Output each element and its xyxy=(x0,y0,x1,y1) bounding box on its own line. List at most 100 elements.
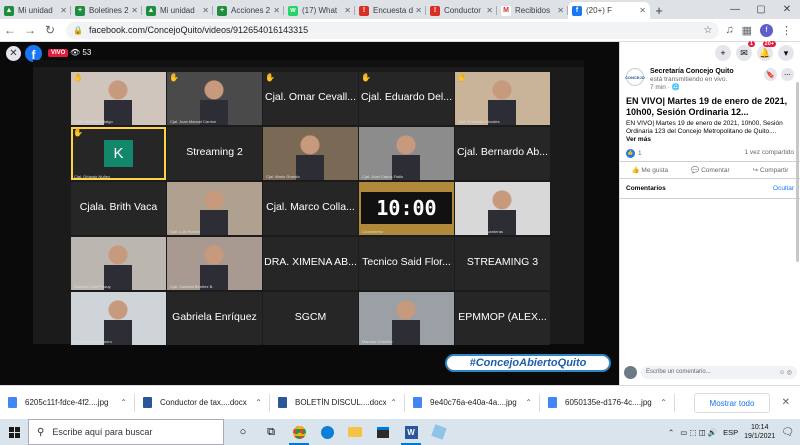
browser-tab[interactable]: M Recibidos ✕ xyxy=(497,2,568,19)
download-item[interactable]: 9e40c76a-e40a-4a....jpg ⌃ xyxy=(405,386,540,420)
start-button[interactable] xyxy=(0,419,28,445)
tab-close-icon[interactable]: ✕ xyxy=(557,6,564,15)
chevron-up-icon[interactable]: ⌃ xyxy=(660,398,667,407)
tab-close-icon[interactable]: ✕ xyxy=(344,6,351,15)
participant-tile[interactable]: Cjal. Bernardo Ab... xyxy=(455,127,550,180)
user-avatar[interactable] xyxy=(624,365,637,379)
participant-tile[interactable]: Cjal. Eduardo Del... ✋ xyxy=(359,72,454,125)
forward-icon[interactable]: → xyxy=(20,23,40,37)
browser-tab[interactable]: f (20+) F ✕ xyxy=(568,2,650,19)
participant-tile[interactable]: Streaming 2 xyxy=(167,127,262,180)
panel-scrollbar[interactable] xyxy=(796,82,799,262)
create-icon[interactable]: + xyxy=(715,45,731,61)
comment-input[interactable]: Escribe un comentario... ☺ ◎ xyxy=(641,365,797,379)
page-logo[interactable]: CONCEJO xyxy=(625,68,645,86)
comment-button[interactable]: 💬 Comentar xyxy=(691,166,729,174)
edge-icon[interactable] xyxy=(314,419,340,445)
close-downloads-icon[interactable]: ✕ xyxy=(782,397,790,408)
profile-avatar[interactable]: f xyxy=(760,23,773,37)
download-item[interactable]: 6205c11f-fdce-4f2....jpg ⌃ xyxy=(0,386,135,420)
maximize-icon[interactable]: ▢ xyxy=(748,0,774,19)
taskbar-clock[interactable]: 10:14 19/1/2021 xyxy=(744,423,775,441)
tray-chevron-icon[interactable]: ⌃ xyxy=(668,428,674,437)
close-window-icon[interactable]: ✕ xyxy=(774,0,800,19)
participant-tile[interactable]: Cjala. Andrea Hidalgo ✋ xyxy=(71,72,166,125)
download-item[interactable]: Conductor de tax....docx ⌃ xyxy=(135,386,270,420)
chevron-up-icon[interactable]: ⌃ xyxy=(120,398,127,407)
participant-tile[interactable]: Damaris Ortiz Pasuy xyxy=(71,237,166,290)
participant-tile[interactable]: Cjal. Luis Robles xyxy=(167,182,262,235)
close-icon[interactable]: ✕ xyxy=(6,46,21,61)
account-icon[interactable]: ▾ xyxy=(778,45,794,61)
action-center-icon[interactable]: 🗨 xyxy=(781,427,794,438)
participant-tile[interactable]: Tecnico Said Flor... xyxy=(359,237,454,290)
messenger-icon[interactable]: ✉ 1 xyxy=(736,41,755,61)
download-item[interactable]: 6050135e-d176-4c....jpg ⌃ xyxy=(540,386,675,420)
participant-tile[interactable]: Marcelo Ordóñez xyxy=(359,292,454,345)
browser-tab[interactable]: ▲ Mi unidad ✕ xyxy=(142,2,213,19)
participant-tile[interactable]: Gabriela Enríquez xyxy=(167,292,262,345)
share-count[interactable]: 1 vez compartido xyxy=(745,149,795,158)
participant-tile[interactable]: 10:00 Cronómetro xyxy=(359,182,454,235)
tab-close-icon[interactable]: ✕ xyxy=(60,6,67,15)
post-time[interactable]: 7 min · 🌐 xyxy=(650,84,764,92)
participant-tile[interactable]: Cjal. Juan Manuel Carrion ✋ xyxy=(167,72,262,125)
share-button[interactable]: ↪ Compartir xyxy=(753,166,789,174)
see-more-link[interactable]: Ver más xyxy=(626,136,651,143)
participant-tile[interactable]: Cjal. Santiago Guarderas xyxy=(455,182,550,235)
participant-tile[interactable]: STREAMING 3 xyxy=(455,237,550,290)
participant-tile[interactable]: DRA. XIMENA AB... xyxy=(263,237,358,290)
participant-tile[interactable]: Cjal. Juan Carlos Fiallo xyxy=(359,127,454,180)
participant-tile[interactable]: Cjal. Mario Granda xyxy=(263,127,358,180)
app-icon[interactable] xyxy=(426,419,452,445)
store-icon[interactable] xyxy=(370,419,396,445)
participant-tile[interactable]: Cjal. Soledad Benítez B. xyxy=(167,237,262,290)
minimize-icon[interactable]: — xyxy=(722,0,748,19)
chevron-up-icon[interactable]: ⌃ xyxy=(525,398,532,407)
browser-tab[interactable]: + Boletines 2 ✕ xyxy=(71,2,142,19)
page-name[interactable]: Secretaría Concejo Quito xyxy=(650,68,764,76)
emoji-icon[interactable]: ☺ ◎ xyxy=(779,369,792,376)
participant-tile[interactable]: Luis Reina Chamorro xyxy=(71,292,166,345)
menu-icon[interactable]: ⋮ xyxy=(781,24,792,37)
like-button[interactable]: 👍 Me gusta xyxy=(632,166,669,174)
extension-icon[interactable]: ▦ xyxy=(742,24,752,37)
browser-tab[interactable]: w (17) What ✕ xyxy=(284,2,355,19)
show-all-button[interactable]: Mostrar todo xyxy=(694,393,770,413)
new-tab-icon[interactable]: + xyxy=(650,2,668,19)
browser-tab[interactable]: ▲ Mi unidad ✕ xyxy=(0,2,71,19)
participant-tile[interactable]: Cjal. Omar Cevall... ✋ xyxy=(263,72,358,125)
like-count[interactable]: 👍 1 xyxy=(626,149,642,158)
file-explorer-icon[interactable] xyxy=(342,419,368,445)
chevron-up-icon[interactable]: ⌃ xyxy=(390,398,397,407)
tab-close-icon[interactable]: ✕ xyxy=(202,6,209,15)
tab-close-icon[interactable]: ✕ xyxy=(639,6,646,15)
address-bar[interactable]: 🔒 facebook.com/ConcejoQuito/videos/91265… xyxy=(66,21,720,39)
back-icon[interactable]: ← xyxy=(0,23,20,37)
participant-tile[interactable]: Cjal. Marco Colla... xyxy=(263,182,358,235)
tab-close-icon[interactable]: ✕ xyxy=(486,6,493,15)
star-icon[interactable]: ☆ xyxy=(703,25,712,36)
language-indicator[interactable]: ESP xyxy=(723,428,738,437)
chrome-icon[interactable] xyxy=(286,419,312,445)
download-item[interactable]: BOLETÍN DISCUL....docx ⌃ xyxy=(270,386,405,420)
participant-tile[interactable]: K Cjal. Orlando Núñez ✋ xyxy=(71,127,166,180)
participant-tile[interactable]: SGCM xyxy=(263,292,358,345)
participant-tile[interactable]: Cjala. Brith Vaca xyxy=(71,182,166,235)
browser-tab[interactable]: ! Encuesta d ✕ xyxy=(355,2,426,19)
tray-icons[interactable]: ▭ ⬚ ◫ 🔊 xyxy=(680,428,717,437)
notifications-icon[interactable]: 🔔 20+ xyxy=(757,41,776,61)
save-icon[interactable]: 🔖 xyxy=(764,68,777,81)
tab-close-icon[interactable]: ✕ xyxy=(273,6,280,15)
word-icon[interactable]: W xyxy=(398,419,424,445)
browser-tab[interactable]: + Acciones 2 ✕ xyxy=(213,2,284,19)
reload-icon[interactable]: ↻ xyxy=(40,23,60,37)
task-view-icon[interactable]: ⧉ xyxy=(258,419,284,445)
browser-tab[interactable]: ! Conductor ✕ xyxy=(426,2,497,19)
tab-close-icon[interactable]: ✕ xyxy=(415,6,422,15)
participant-tile[interactable]: Cjal. Fernando Morales ✋ xyxy=(455,72,550,125)
tab-close-icon[interactable]: ✕ xyxy=(131,6,138,15)
lock-icon[interactable]: 🔒 xyxy=(73,26,83,35)
hide-comments-link[interactable]: Ocultar xyxy=(773,185,794,192)
taskbar-search[interactable]: ⚲ Escribe aquí para buscar xyxy=(28,419,224,445)
